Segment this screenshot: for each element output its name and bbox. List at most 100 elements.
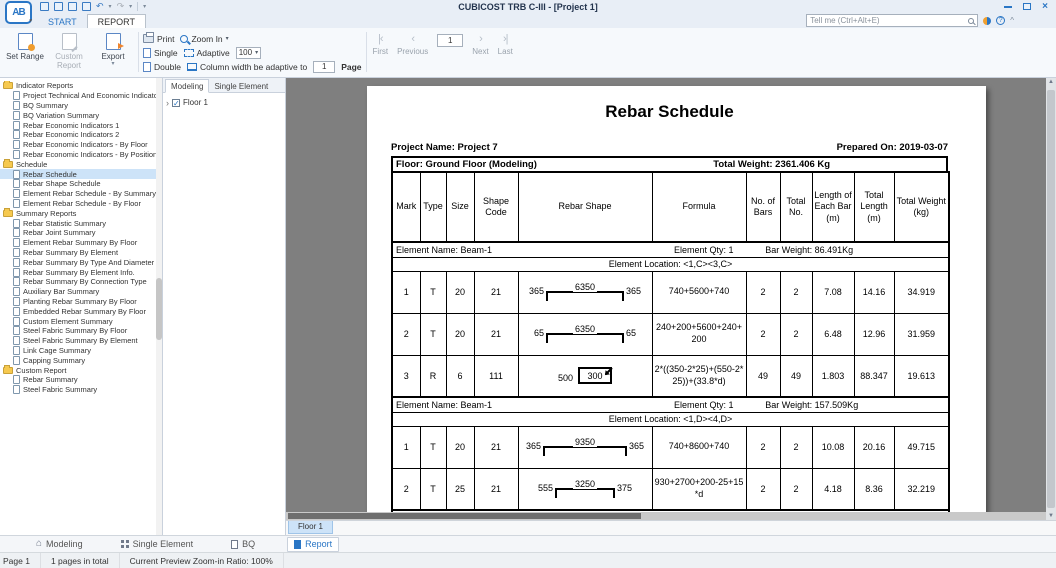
- zoom-in-button[interactable]: Zoom In▾: [180, 34, 228, 44]
- tree-item[interactable]: Rebar Economic Indicators 1: [0, 120, 162, 130]
- export-button[interactable]: Export ▾: [92, 30, 134, 74]
- column-width-option[interactable]: Column width be adaptive to: [187, 62, 307, 72]
- single-page-icon: [143, 48, 151, 58]
- collapse-ribbon-icon[interactable]: ^: [1010, 17, 1014, 25]
- tree-item[interactable]: Element Rebar Schedule - By Summary Info: [0, 189, 162, 199]
- view-tab-report[interactable]: Report: [287, 537, 339, 552]
- help-icon[interactable]: ?: [996, 16, 1005, 25]
- tab-report[interactable]: REPORT: [87, 14, 146, 28]
- customize-toolbar-icon[interactable]: ▾: [143, 3, 146, 10]
- tree-item[interactable]: Rebar Summary By Element Info.: [0, 267, 162, 277]
- redo-dropdown-icon[interactable]: ▾: [129, 3, 132, 10]
- zoom-in-icon: [180, 35, 188, 43]
- open-icon[interactable]: [68, 2, 77, 11]
- tree-group[interactable]: Schedule: [0, 159, 162, 169]
- panel-tab-modeling[interactable]: Modeling: [165, 79, 209, 93]
- restore-button[interactable]: [1023, 3, 1031, 10]
- tree-item[interactable]: Steel Fabric Summary By Floor: [0, 326, 162, 336]
- rebar-shape-cell: 65635065: [518, 313, 652, 355]
- tree-group[interactable]: Summary Reports: [0, 208, 162, 218]
- tree-item[interactable]: Steel Fabric Summary By Element: [0, 336, 162, 346]
- print-button[interactable]: Print: [143, 34, 174, 44]
- tree-item[interactable]: Auxiliary Bar Summary: [0, 287, 162, 297]
- floor-tree-item[interactable]: › ✓ Floor 1: [163, 93, 285, 112]
- close-button[interactable]: ×: [1042, 2, 1048, 12]
- undo-dropdown-icon[interactable]: ▾: [109, 3, 112, 10]
- view-tab-bq[interactable]: BQ: [225, 537, 261, 552]
- tree-item[interactable]: BQ Variation Summary: [0, 110, 162, 120]
- minimize-button[interactable]: [1004, 6, 1012, 8]
- redo-icon[interactable]: ↷: [117, 2, 125, 11]
- scroll-down-icon[interactable]: ▼: [1048, 512, 1054, 520]
- sidebar-scrollbar[interactable]: [156, 78, 162, 535]
- double-page-button[interactable]: Double: [143, 62, 181, 72]
- expander-icon[interactable]: ›: [166, 99, 169, 107]
- first-page-button[interactable]: |‹ First: [373, 34, 389, 56]
- tree-item[interactable]: Embedded Rebar Summary By Floor: [0, 306, 162, 316]
- set-range-icon: [18, 33, 33, 50]
- report-total-weight: Total Weight: 2361.406 Kg: [713, 159, 943, 170]
- shape-code-cell: 21: [474, 426, 518, 468]
- undo-icon[interactable]: ↶: [96, 2, 104, 11]
- tree-item[interactable]: BQ Summary: [0, 101, 162, 111]
- tree-item[interactable]: Steel Fabric Summary: [0, 385, 162, 395]
- tree-item[interactable]: Project Technical And Economic Indicator…: [0, 91, 162, 101]
- vertical-scrollbar[interactable]: ▲ ▼: [1046, 78, 1056, 520]
- set-range-button[interactable]: Set Range: [4, 30, 46, 74]
- tree-item[interactable]: Element Rebar Summary By Floor: [0, 238, 162, 248]
- save-icon[interactable]: [82, 2, 91, 11]
- sidebar-scrollbar-thumb[interactable]: [156, 278, 162, 340]
- horizontal-scrollbar-thumb[interactable]: [288, 513, 641, 519]
- custom-report-button[interactable]: Custom Report: [48, 30, 90, 74]
- tree-item[interactable]: Rebar Economic Indicators 2: [0, 130, 162, 140]
- shape-code-cell: 111: [474, 355, 518, 397]
- tree-item[interactable]: Custom Element Summary: [0, 316, 162, 326]
- tree-item[interactable]: Rebar Summary: [0, 375, 162, 385]
- type-cell: T: [420, 468, 446, 510]
- report-preview-viewer[interactable]: Rebar Schedule Project Name: Project 7 P…: [286, 78, 1056, 535]
- formula-cell: 740+8600+740: [652, 426, 746, 468]
- tree-item[interactable]: Rebar Statistic Summary: [0, 218, 162, 228]
- add-icon[interactable]: [54, 2, 63, 11]
- tree-item[interactable]: Rebar Economic Indicators - By Floor: [0, 140, 162, 150]
- next-page-button[interactable]: › Next: [472, 34, 488, 56]
- horizontal-scrollbar[interactable]: [286, 512, 1046, 520]
- tree-item[interactable]: Rebar Summary By Element: [0, 248, 162, 258]
- view-tab-single-element[interactable]: Single Element: [115, 537, 200, 552]
- report-actions-group: Set Range Custom Report Export ▾: [4, 30, 134, 74]
- floor-page-tab[interactable]: Floor 1: [288, 521, 333, 534]
- tips-lamp-icon[interactable]: [983, 17, 991, 25]
- view-tab-modeling-icon: ⌂: [36, 539, 42, 549]
- floor-checkbox[interactable]: ✓: [172, 99, 180, 107]
- tree-item[interactable]: Rebar Joint Summary: [0, 228, 162, 238]
- new-project-icon[interactable]: [40, 2, 49, 11]
- tree-item[interactable]: Element Rebar Schedule - By Floor: [0, 199, 162, 209]
- tree-item[interactable]: Rebar Economic Indicators - By Position: [0, 150, 162, 160]
- app-logo[interactable]: AB ▾: [5, 1, 32, 24]
- tree-item[interactable]: Rebar Schedule: [0, 169, 162, 179]
- page-number-input[interactable]: 1: [437, 34, 463, 47]
- single-page-button[interactable]: Single: [143, 48, 178, 58]
- tellme-search-input[interactable]: Tell me (Ctrl+Alt+E): [806, 14, 978, 27]
- scroll-up-icon[interactable]: ▲: [1048, 78, 1054, 86]
- tab-start[interactable]: START: [38, 15, 87, 28]
- column-width-input[interactable]: 1: [313, 61, 335, 73]
- element-qty: Element Qty: 1: [648, 400, 759, 410]
- tree-item[interactable]: Planting Rebar Summary By Floor: [0, 297, 162, 307]
- file-icon: [13, 277, 20, 286]
- vertical-scrollbar-thumb[interactable]: [1047, 90, 1055, 508]
- tree-item[interactable]: Rebar Summary By Type And Diameter: [0, 257, 162, 267]
- tree-item[interactable]: Link Cage Summary: [0, 346, 162, 356]
- tree-item[interactable]: Capping Summary: [0, 355, 162, 365]
- zoom-ratio-combobox[interactable]: 100▾: [236, 47, 261, 59]
- tree-item[interactable]: Rebar Shape Schedule: [0, 179, 162, 189]
- tree-group[interactable]: Indicator Reports: [0, 81, 162, 91]
- view-switch-bar: ⌂Modeling Single Element BQ Report: [0, 535, 1056, 552]
- panel-tab-single-element[interactable]: Single Element: [209, 80, 273, 92]
- view-tab-modeling[interactable]: ⌂Modeling: [30, 537, 89, 552]
- adaptive-button[interactable]: Adaptive: [184, 48, 230, 58]
- tree-group[interactable]: Custom Report: [0, 365, 162, 375]
- previous-page-button[interactable]: ‹ Previous: [397, 34, 428, 56]
- tree-item[interactable]: Rebar Summary By Connection Type: [0, 277, 162, 287]
- last-page-button[interactable]: ›| Last: [498, 34, 513, 56]
